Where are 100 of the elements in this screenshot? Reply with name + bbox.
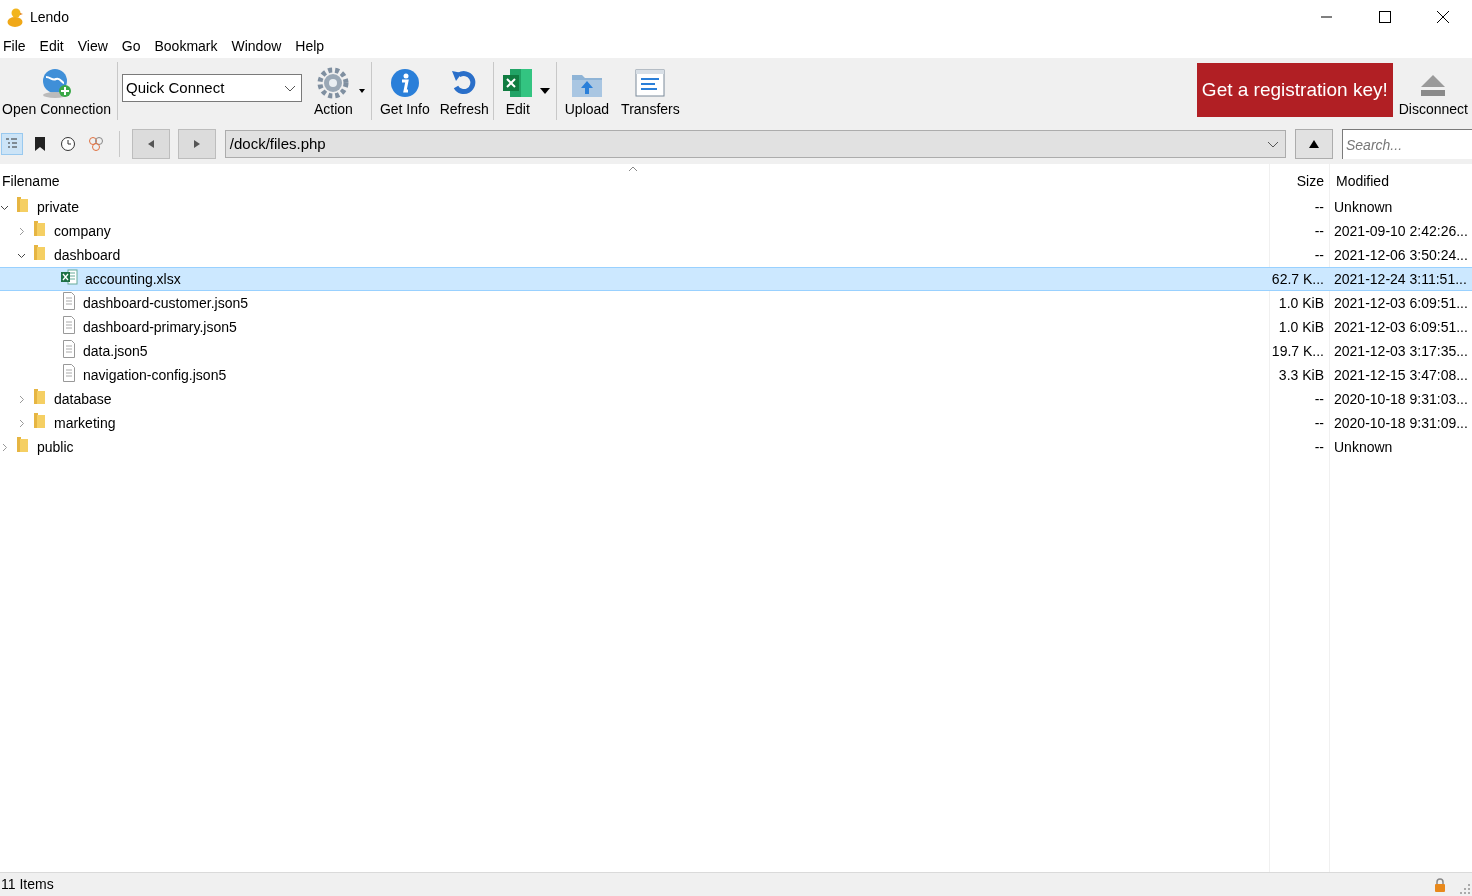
globe-plus-icon: [40, 67, 73, 99]
file-size: 1.0 KiB: [1277, 293, 1325, 313]
toolbar-button[interactable]: Action: [309, 58, 357, 124]
toolbar-button[interactable]: Upload: [560, 58, 614, 124]
toolbar-button[interactable]: Open Connection: [0, 58, 117, 124]
toolbar-button[interactable]: Refresh: [435, 58, 493, 124]
registration-button[interactable]: Get a registration key!: [1196, 63, 1393, 117]
resize-grip-icon[interactable]: [1460, 884, 1470, 894]
toolbar-button[interactable]: Disconnect: [1394, 58, 1472, 124]
back-arrow-icon: [146, 140, 155, 148]
spreadsheet-icon: [501, 67, 534, 99]
file-row[interactable]: dashboard -- 2021-12-06 3:50:24...: [0, 243, 1472, 267]
file-name: dashboard-customer.json5: [83, 293, 248, 313]
bookmarks-view-icon: [32, 136, 48, 152]
menu-item[interactable]: Edit: [39, 35, 64, 57]
spreadsheet-file-icon: [60, 269, 78, 285]
column-header[interactable]: Modified: [1330, 170, 1389, 192]
menu-item[interactable]: File: [3, 35, 26, 57]
history-view-icon: [60, 136, 76, 152]
gear-icon: [317, 67, 350, 99]
file-row[interactable]: private -- Unknown: [0, 195, 1472, 219]
toolbar-button[interactable]: Edit: [497, 58, 538, 124]
file-row[interactable]: dashboard-primary.json5 1.0 KiB 2021-12-03 6:09:51...: [0, 315, 1472, 339]
file-modified: 2021-12-15 3:47:08...: [1333, 365, 1468, 385]
folder-icon: [16, 196, 29, 212]
dropdown-arrow-icon: [358, 89, 365, 93]
window-title: Lendo: [30, 7, 69, 27]
menu-item[interactable]: View: [77, 35, 108, 57]
dropdown-arrow-icon: [539, 88, 550, 94]
toolbar-button[interactable]: Get Info: [375, 58, 434, 124]
file-name: private: [37, 197, 80, 217]
file-modified: Unknown: [1333, 197, 1393, 217]
menu-item[interactable]: Window: [231, 35, 282, 57]
file-modified: 2020-10-18 9:31:03...: [1333, 389, 1468, 409]
file-modified: 2021-12-24 3:11:51...: [1333, 269, 1467, 289]
info-icon: [388, 67, 421, 99]
file-name: navigation-config.json5: [83, 365, 227, 385]
dropdown-caret-icon: [1267, 140, 1280, 148]
file-name: database: [54, 389, 112, 409]
folder-icon: [16, 436, 29, 452]
file-modified: 2021-12-03 6:09:51...: [1333, 317, 1468, 337]
file-name: accounting.xlsx: [85, 269, 181, 289]
file-row[interactable]: database -- 2020-10-18 9:31:03...: [0, 387, 1472, 411]
file-modified: Unknown: [1333, 437, 1393, 457]
file-name: dashboard: [54, 245, 121, 265]
duck-logo-icon: [7, 7, 24, 27]
file-row[interactable]: navigation-config.json5 3.3 KiB 2021-12-15 3:47:08...: [0, 363, 1472, 387]
file-row[interactable]: public -- Unknown: [0, 435, 1472, 459]
file-modified: 2021-12-03 6:09:51...: [1333, 293, 1468, 313]
document-icon: [62, 364, 76, 382]
file-size: --: [1313, 413, 1325, 433]
file-name: public: [37, 437, 74, 457]
search-field[interactable]: Search...: [1342, 129, 1472, 159]
file-name: marketing: [54, 413, 116, 433]
column-header[interactable]: Filename: [0, 170, 1270, 192]
file-modified: 2021-12-06 3:50:24...: [1333, 245, 1468, 265]
eject-icon: [1419, 73, 1448, 99]
up-arrow-icon: [1309, 140, 1320, 148]
file-size: 1.0 KiB: [1277, 317, 1325, 337]
file-row[interactable]: data.json5 19.7 K... 2021-12-03 3:17:35...: [0, 339, 1472, 363]
file-size: --: [1313, 389, 1325, 409]
column-header[interactable]: Size: [1270, 170, 1330, 192]
sort-indicator-icon: [628, 166, 638, 171]
file-modified: 2020-10-18 9:31:09...: [1333, 413, 1468, 433]
forward-arrow-icon: [192, 140, 201, 148]
dropdown-caret-icon: [283, 84, 296, 92]
menu-item[interactable]: Bookmark: [154, 35, 218, 57]
forward-button[interactable]: [177, 129, 216, 159]
document-icon: [62, 316, 76, 334]
transfer-list-icon: [634, 67, 667, 99]
folder-icon: [33, 412, 46, 428]
folder-icon: [33, 244, 46, 260]
menu-item[interactable]: Help: [295, 35, 325, 57]
file-modified: 2021-09-10 2:42:26...: [1333, 221, 1468, 241]
lock-icon: [1434, 877, 1446, 892]
quick-connect-dropdown[interactable]: Quick Connect: [121, 74, 302, 102]
document-icon: [62, 340, 76, 358]
file-row[interactable]: marketing -- 2020-10-18 9:31:09...: [0, 411, 1472, 435]
file-row[interactable]: dashboard-customer.json5 1.0 KiB 2021-12-03 6:09:51...: [0, 291, 1472, 315]
file-size: 62.7 K...: [1270, 269, 1325, 289]
file-name: data.json5: [83, 341, 148, 361]
file-size: --: [1313, 245, 1325, 265]
file-modified: 2021-12-03 3:17:35...: [1333, 341, 1468, 361]
back-button[interactable]: [132, 129, 170, 159]
file-size: --: [1313, 221, 1325, 241]
bonjour-view-icon: [88, 136, 104, 152]
file-size: --: [1313, 197, 1325, 217]
file-row[interactable]: accounting.xlsx 62.7 K... 2021-12-24 3:11:51...: [0, 267, 1472, 291]
parent-folder-button[interactable]: [1295, 129, 1333, 159]
item-count: 11 Items: [1, 875, 54, 894]
file-size: 3.3 KiB: [1277, 365, 1325, 385]
file-name: dashboard-primary.json5: [83, 317, 237, 337]
file-row[interactable]: company -- 2021-09-10 2:42:26...: [0, 219, 1472, 243]
folder-icon: [33, 388, 46, 404]
file-size: --: [1313, 437, 1325, 457]
path-field[interactable]: /dock/files.php: [224, 130, 1287, 158]
menu-item[interactable]: Go: [121, 35, 141, 57]
toolbar-button[interactable]: Transfers: [617, 58, 684, 124]
folder-icon: [33, 220, 46, 236]
file-size: 19.7 K...: [1270, 341, 1325, 361]
